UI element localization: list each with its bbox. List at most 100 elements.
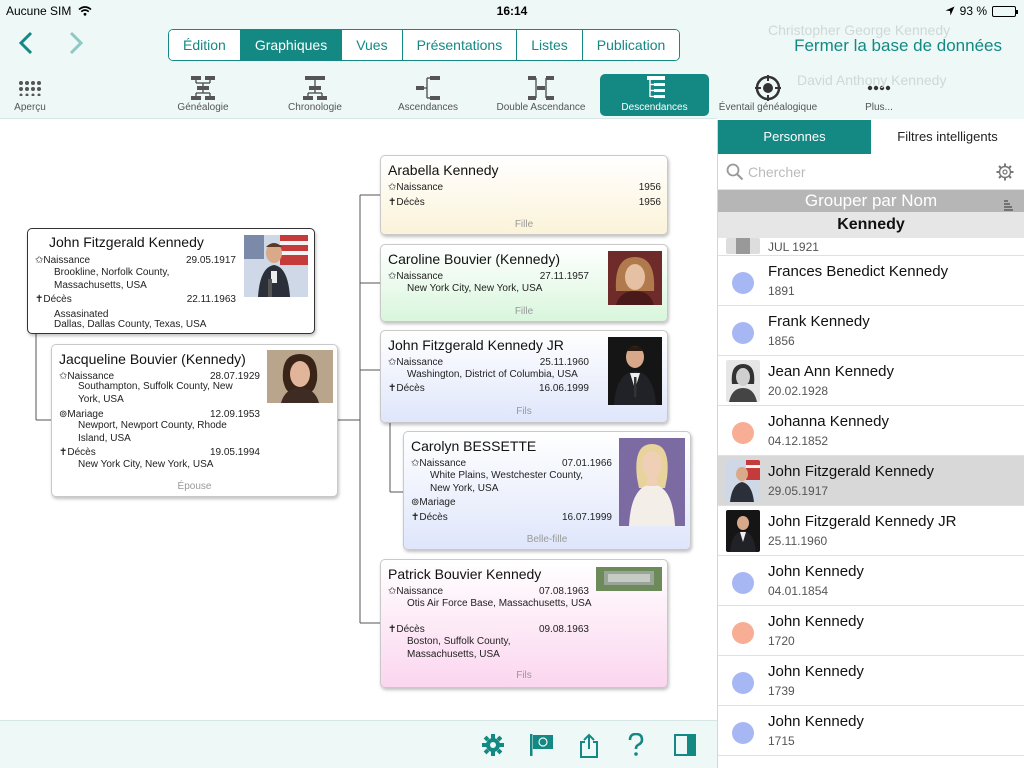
persons-sidebar: Personnes Filtres intelligents Grouper p… xyxy=(717,120,1024,768)
death-event: ✝Décès xyxy=(35,294,72,305)
death-event: ✝Décès xyxy=(388,383,425,394)
descendants-chart: John Fitzgerald Kennedy ✩Naissance 29.05… xyxy=(0,120,717,720)
grid-dots-icon xyxy=(19,81,41,96)
death-event: ✝Décès xyxy=(388,197,425,208)
persons-list: JUL 1921 Frances Benedict Kennedy 1891 F… xyxy=(718,238,1024,756)
birth-event: ✩Naissance xyxy=(411,458,467,469)
photo-carolyn xyxy=(619,438,685,526)
tab-personnes[interactable]: Personnes xyxy=(718,120,871,154)
list-item-selected[interactable]: John Fitzgerald Kennedy 29.05.1917 xyxy=(718,456,1024,506)
help-button[interactable] xyxy=(628,732,644,762)
birth-event: ✩Naissance xyxy=(35,255,91,266)
sort-lines-icon xyxy=(1002,195,1014,217)
death-event: ✝Décès xyxy=(59,447,96,458)
gear-icon xyxy=(996,163,1014,181)
marriage-event: ⊚Mariage xyxy=(59,409,104,420)
genealogy-chart-icon xyxy=(191,76,215,100)
toggle-sidebar-button[interactable] xyxy=(673,733,697,762)
double-ancestors-chart-icon xyxy=(528,76,554,100)
gender-dot xyxy=(732,622,754,644)
person-card-caroline[interactable]: Caroline Bouvier (Kennedy) ✩Naissance 27… xyxy=(380,244,668,322)
flag-icon xyxy=(530,734,553,756)
list-item[interactable]: Jean Ann Kennedy 20.02.1928 xyxy=(718,356,1024,406)
sidebar-tabs: Personnes Filtres intelligents xyxy=(718,120,1024,154)
share-icon xyxy=(580,733,598,758)
list-item[interactable]: Frances Benedict Kennedy 1891 xyxy=(718,256,1024,306)
gender-dot xyxy=(732,322,754,344)
tab-vues[interactable]: Vues xyxy=(342,30,403,60)
gear-icon xyxy=(482,734,504,756)
fan-chart-icon xyxy=(755,75,781,101)
question-icon xyxy=(628,732,644,756)
tool-chronologie[interactable]: Chronologie xyxy=(280,74,350,116)
list-item-partial[interactable]: JUL 1921 xyxy=(718,238,1024,256)
photo-patrick xyxy=(596,567,662,591)
list-item[interactable]: John Kennedy 1720 xyxy=(718,606,1024,656)
person-card-jfk[interactable]: John Fitzgerald Kennedy ✩Naissance 29.05… xyxy=(27,228,315,334)
list-item[interactable]: John Kennedy 1739 xyxy=(718,656,1024,706)
person-thumbnail xyxy=(726,460,760,502)
chevron-right-icon xyxy=(69,31,84,55)
gender-dot xyxy=(732,272,754,294)
ghost-list-item-mid: David Anthony Kennedy xyxy=(797,72,947,88)
top-navigation: Édition Graphiques Vues Présentations Li… xyxy=(0,22,1024,70)
search-input[interactable] xyxy=(748,160,988,184)
share-button[interactable] xyxy=(578,733,600,764)
tab-listes[interactable]: Listes xyxy=(517,30,583,60)
tool-descendances[interactable]: Descendances xyxy=(600,74,709,116)
birth-event: ✩Naissance xyxy=(388,357,444,368)
gender-dot xyxy=(732,572,754,594)
ancestors-chart-icon xyxy=(416,76,440,100)
list-item[interactable]: Frank Kennedy 1856 xyxy=(718,306,1024,356)
chevron-left-icon xyxy=(18,31,33,55)
marriage-event: ⊚Mariage xyxy=(411,497,456,508)
list-item[interactable]: John Kennedy 1715 xyxy=(718,706,1024,756)
list-item[interactable]: John Fitzgerald Kennedy JR 25.11.1960 xyxy=(718,506,1024,556)
search-icon xyxy=(726,163,744,186)
close-database-button[interactable]: Fermer la base de données xyxy=(794,36,1002,56)
search-settings-button[interactable] xyxy=(996,163,1014,186)
battery-icon xyxy=(992,5,1018,17)
photo-jfk-jr xyxy=(608,337,662,405)
list-item[interactable]: Johanna Kennedy 04.12.1852 xyxy=(718,406,1024,456)
map-flag-button[interactable] xyxy=(528,733,554,762)
settings-button[interactable] xyxy=(481,733,505,762)
forward-button[interactable] xyxy=(68,30,84,62)
gender-dot xyxy=(732,722,754,744)
group-by-button[interactable]: Grouper par Nom xyxy=(718,190,1024,212)
tool-apercu[interactable]: Aperçu xyxy=(4,74,56,116)
status-bar: Aucune SIM 16:14 93 % xyxy=(0,0,1024,22)
tab-publication[interactable]: Publication xyxy=(582,30,680,60)
photo-caroline xyxy=(608,251,662,305)
person-card-jfk-jr[interactable]: John Fitzgerald Kennedy JR ✩Naissance 25… xyxy=(380,330,668,423)
section-header: Kennedy xyxy=(718,212,1024,238)
tool-double-ascendance[interactable]: Double Ascendance xyxy=(490,74,592,116)
person-card-carolyn[interactable]: Carolyn BESSETTE ✩Naissance 07.01.1966 W… xyxy=(403,431,691,550)
birth-event: ✩Naissance xyxy=(388,182,444,193)
tab-graphiques[interactable]: Graphiques xyxy=(240,30,343,60)
list-item[interactable]: John Kennedy 04.01.1854 xyxy=(718,556,1024,606)
back-button[interactable] xyxy=(18,30,34,62)
person-card-jacqueline[interactable]: Jacqueline Bouvier (Kennedy) ✩Naissance … xyxy=(51,344,338,497)
main-tabs: Édition Graphiques Vues Présentations Li… xyxy=(168,29,681,61)
person-card-patrick[interactable]: Patrick Bouvier Kennedy ✩Naissance 07.08… xyxy=(380,559,668,688)
gender-dot xyxy=(732,422,754,444)
tab-edition[interactable]: Édition xyxy=(169,30,241,60)
location-arrow-icon xyxy=(945,6,955,16)
search-bar xyxy=(718,154,1024,190)
birth-event: ✩Naissance xyxy=(388,586,444,597)
tab-filtres-intelligents[interactable]: Filtres intelligents xyxy=(871,120,1024,154)
death-event: ✝Décès xyxy=(411,512,448,523)
bottom-toolbar xyxy=(0,720,717,768)
tool-ascendances[interactable]: Ascendances xyxy=(392,74,464,116)
death-event: ✝Décès xyxy=(388,624,425,635)
tool-genealogie[interactable]: Généalogie xyxy=(168,74,238,116)
chart-toolbar: Aperçu Généalogie Chronologie Ascendance… xyxy=(0,70,717,119)
tab-presentations[interactable]: Présentations xyxy=(402,30,518,60)
battery-indicator: 93 % xyxy=(945,4,1018,18)
descendants-chart-icon xyxy=(646,76,665,98)
chronology-chart-icon xyxy=(303,76,327,100)
person-card-arabella[interactable]: Arabella Kennedy ✩Naissance 1956 ✝Décès … xyxy=(380,155,668,235)
photo-jacqueline xyxy=(267,350,333,403)
clock: 16:14 xyxy=(496,4,528,18)
